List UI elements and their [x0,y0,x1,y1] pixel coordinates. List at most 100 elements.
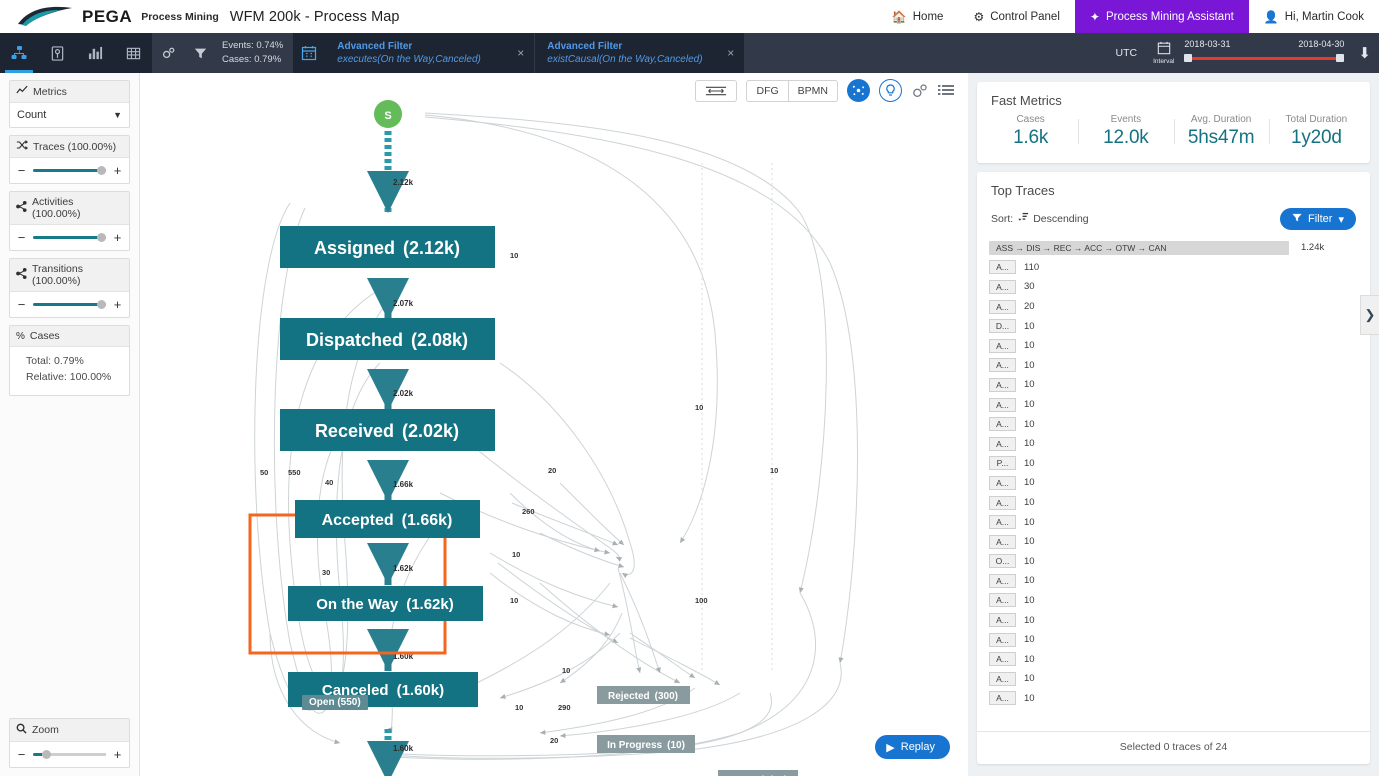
trace-chip[interactable]: A... [989,436,1016,451]
trace-row[interactable]: A... 10 [989,571,1358,591]
trace-row[interactable]: A... 10 [989,630,1358,650]
trace-row[interactable]: A... 10 [989,610,1358,630]
transitions-slider-knob[interactable] [97,300,106,309]
transitions-slider-track[interactable] [33,300,106,309]
process-map-icon[interactable] [0,33,38,73]
trace-row[interactable]: A... 10 [989,512,1358,532]
trace-chip[interactable]: A... [989,671,1016,686]
trace-chip[interactable]: A... [989,417,1016,432]
trace-row[interactable]: A... 10 [989,375,1358,395]
node-dispatched[interactable]: Dispatched (2.08k) [280,318,495,360]
traces-slider-track[interactable] [33,166,106,175]
activities-minus-button[interactable]: − [17,231,26,244]
traces-slider[interactable]: − + [17,164,122,177]
trace-chip[interactable]: A... [989,691,1016,706]
node-rejected[interactable]: Rejected (300) [597,686,690,704]
calendar-icon[interactable] [293,33,326,73]
activities-slider[interactable]: − + [17,231,122,244]
trace-chip[interactable]: A... [989,475,1016,490]
animation-icon[interactable] [847,79,870,102]
trace-chip[interactable]: A... [989,377,1016,392]
trace-row[interactable]: A... 10 [989,591,1358,611]
trace-chip[interactable]: A... [989,260,1016,275]
funnel-icon[interactable] [184,33,216,73]
activities-slider-track[interactable] [33,233,106,242]
transitions-minus-button[interactable]: − [17,298,26,311]
trace-chip[interactable]: A... [989,652,1016,667]
trace-chip[interactable]: A... [989,299,1016,314]
nav-item-control-panel[interactable]: ⚙ Control Panel [958,0,1074,33]
settings-gears-icon[interactable] [152,33,184,73]
trace-row[interactable]: A... 10 [989,434,1358,454]
replay-button[interactable]: ▶ Replay [875,735,950,759]
trace-bar[interactable]: ASS → DIS → REC → ACC → OTW → CAN [989,240,1289,255]
date-range-knob-left[interactable] [1184,54,1193,62]
pega-logo[interactable]: PEGA [16,5,132,29]
trace-row[interactable]: A... 10 [989,649,1358,669]
node-in-progress[interactable]: In Progress (10) [597,735,695,753]
trace-row[interactable]: A... 10 [989,336,1358,356]
transitions-plus-button[interactable]: + [113,298,122,311]
trace-row[interactable]: A... 110 [989,258,1358,278]
trace-row[interactable]: A... 10 [989,473,1358,493]
trace-chip[interactable]: P... [989,456,1016,471]
trace-row[interactable]: A... 30 [989,277,1358,297]
node-paused[interactable]: Paused(20) [718,770,798,776]
traces-minus-button[interactable]: − [17,164,26,177]
gears-icon[interactable] [911,83,929,99]
node-open[interactable]: Open (550) [302,695,368,710]
trace-chip[interactable]: A... [989,358,1016,373]
node-received[interactable]: Received (2.02k) [280,409,495,451]
zoom-slider-track[interactable] [33,750,106,759]
trace-row[interactable]: D... 10 [989,316,1358,336]
traces-plus-button[interactable]: + [113,164,122,177]
traces-slider-knob[interactable] [97,166,106,175]
metrics-select[interactable]: Count ▼ [17,109,122,121]
trace-row[interactable]: A... 10 [989,532,1358,552]
nav-item-home[interactable]: 🏠 Home [877,0,959,33]
zoom-slider-knob[interactable] [42,750,52,759]
close-icon[interactable]: × [723,46,738,60]
advanced-filter-chip-1[interactable]: Advanced Filter executes(On the Way,Canc… [325,33,536,73]
trace-chip[interactable]: A... [989,279,1016,294]
trace-row[interactable]: A... 10 [989,395,1358,415]
trace-chip[interactable]: A... [989,573,1016,588]
process-graph[interactable]: 2.12k 2.07k 2.02k 1.66k 1.62k 1.60k 1.60… [140,73,968,776]
bpmn-button[interactable]: BPMN [788,79,838,102]
dfg-button[interactable]: DFG [746,79,789,102]
statistics-icon[interactable] [76,33,114,73]
activities-plus-button[interactable]: + [113,231,122,244]
trace-chip[interactable]: A... [989,632,1016,647]
nav-item-user[interactable]: 👤 Hi, Martin Cook [1249,0,1379,33]
trace-chip[interactable]: D... [989,319,1016,334]
trace-chip[interactable]: A... [989,613,1016,628]
sort-descending-icon[interactable] [1018,212,1029,226]
date-range-slider[interactable]: 2018-03-31 2018-04-30 [1184,37,1345,69]
transitions-slider[interactable]: − + [17,298,122,311]
trace-row[interactable]: P... 10 [989,454,1358,474]
date-range-knob-right[interactable] [1336,54,1345,62]
trace-chip[interactable]: A... [989,495,1016,510]
download-arrow-icon[interactable]: ⬇ [1358,44,1371,62]
trace-row[interactable]: A... 10 [989,669,1358,689]
trace-row[interactable]: A... 10 [989,689,1358,709]
horizontal-layout-icon[interactable] [695,79,738,102]
trace-row[interactable]: A... 20 [989,297,1358,317]
list-icon[interactable] [938,84,954,98]
trace-row[interactable]: ASS → DIS → REC → ACC → OTW → CAN 1.24k [989,238,1358,258]
trace-chip[interactable]: O... [989,554,1016,569]
process-map-canvas[interactable]: DFG BPMN 2.12k 2.07k 2.02k 1.66k 1.62k 1… [140,73,968,776]
trace-list[interactable]: ASS → DIS → REC → ACC → OTW → CAN 1.24k A.… [977,238,1370,731]
lightbulb-icon[interactable] [879,79,902,102]
trace-chip[interactable]: A... [989,397,1016,412]
trace-row[interactable]: O... 10 [989,552,1358,572]
filter-button[interactable]: Filter ▾ [1280,208,1356,230]
nav-item-process-mining-assistant[interactable]: ✦ Process Mining Assistant [1074,0,1249,33]
case-explorer-icon[interactable] [38,33,76,73]
node-accepted[interactable]: Accepted (1.66k) [295,500,480,538]
trace-chip[interactable]: A... [989,593,1016,608]
advanced-filter-chip-2[interactable]: Advanced Filter existCausal(On the Way,C… [535,33,746,73]
trace-row[interactable]: A... 10 [989,493,1358,513]
node-on-the-way[interactable]: On the Way (1.62k) [288,586,483,621]
zoom-plus-button[interactable]: + [113,748,122,761]
